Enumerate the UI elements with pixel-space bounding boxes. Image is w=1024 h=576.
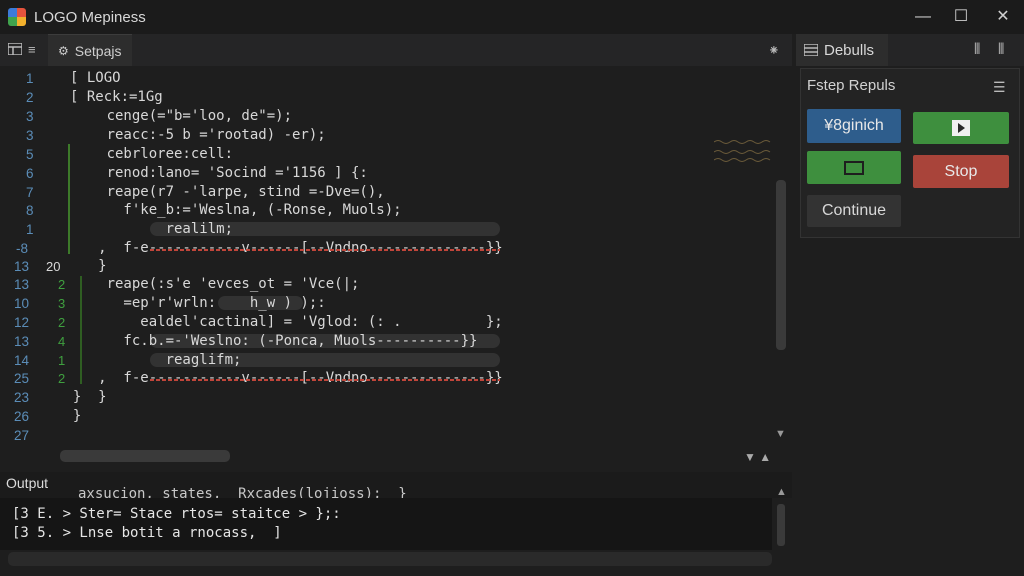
tab-settings-label: Setpajs	[74, 43, 122, 59]
line-number: 2	[26, 90, 34, 105]
output-title[interactable]: Output	[6, 475, 48, 491]
menu-lines-icon[interactable]: ≡	[28, 42, 36, 57]
window-button[interactable]	[807, 151, 901, 184]
horizontal-scrollbar[interactable]	[60, 450, 230, 462]
play-icon	[952, 120, 970, 136]
split-editor-icon[interactable]: ⁕	[768, 42, 780, 59]
run-button[interactable]	[913, 112, 1009, 144]
output-scroll-up-icon[interactable]: ▲	[776, 486, 787, 498]
output-line: [3 E. > Ster= Stace rtos= staitce > };:	[12, 506, 341, 522]
line-number: 12	[14, 315, 30, 330]
settings-icon: ⚙	[58, 44, 69, 58]
code-line: fc.b.=-'Weslno: (-Ponca, Muols----------…	[56, 333, 478, 349]
window-icon	[844, 160, 864, 175]
line-number: 14	[14, 353, 30, 368]
error-squiggle	[150, 249, 500, 251]
code-line: }	[56, 258, 107, 274]
line-number: -8	[16, 241, 29, 256]
code-line: =ep'r'wrln: h_w ) );:	[56, 295, 326, 311]
stop-button[interactable]: Stop	[913, 155, 1009, 188]
code-line: } }	[56, 389, 107, 405]
code-line: }	[56, 408, 82, 424]
continue-button[interactable]: Continue	[807, 195, 901, 227]
code-line: reacc:-5 b ='rootad) -er);	[56, 127, 326, 143]
line-number: 13	[14, 334, 30, 349]
app-logo-icon	[8, 8, 26, 26]
output-line: [3 5. > Lnse botit a rnocass, ]	[12, 525, 282, 541]
code-line: realilm;	[56, 221, 234, 237]
line-number: 26	[14, 409, 30, 424]
line-number: 3	[26, 128, 34, 143]
minimize-button[interactable]: —	[910, 6, 936, 28]
debug-panel: Fstep Repuls ☰ ¥8ginich Stop Continue	[800, 68, 1020, 238]
line-number: 5	[26, 147, 34, 162]
line-number: 1	[26, 222, 34, 237]
navigate-arrows-icon[interactable]: ▼ ▲	[744, 450, 771, 464]
pin-icon[interactable]: ⫴	[974, 41, 980, 58]
maximize-button[interactable]: ☐	[948, 6, 974, 28]
output-horizontal-scrollbar[interactable]	[8, 552, 772, 566]
code-line: reaglifm;	[56, 352, 242, 368]
code-line: ealdel'cactinal] = 'Vglod: (: . };	[56, 314, 503, 330]
close-button[interactable]: ✕	[990, 6, 1016, 28]
line-number: 1	[26, 71, 34, 86]
scroll-down-arrow-icon[interactable]: ▼	[775, 428, 786, 440]
code-line: , f-e-----------v------[--Vndno---------…	[56, 370, 503, 386]
line-number: 13	[14, 277, 30, 292]
line-number: 7	[26, 185, 34, 200]
code-line: , f-e-----------v------[--Vndno---------…	[56, 240, 503, 256]
line-number: 25	[14, 371, 30, 386]
tab-settings[interactable]: ⚙ Setpajs	[48, 34, 132, 67]
line-number: 13	[14, 259, 30, 274]
line-number: 27	[14, 428, 30, 443]
tab-debug-label: Debulls	[824, 41, 875, 59]
code-line: [ Reck:=1Gg	[70, 89, 163, 105]
code-line: cebrloree:cell:	[56, 146, 234, 162]
hamburger-menu-icon[interactable]: ☰	[993, 79, 1006, 96]
code-line: reape(:s'e 'evces_ot = 'Vce(|;	[56, 276, 360, 292]
error-squiggle	[150, 379, 500, 381]
tab-debug[interactable]: Debulls	[796, 34, 888, 66]
output-panel: [3 E. > Ster= Stace rtos= staitce > };: …	[0, 498, 772, 550]
line-number: 8	[26, 203, 34, 218]
line-gutter: 1 2 3 3 5 6 7 8 1 -8 13 13 10 12 13 14 2…	[0, 66, 65, 448]
explorer-icon[interactable]	[8, 43, 22, 55]
line-number: 3	[26, 109, 34, 124]
title-bar: LOGO Mepiness — ☐ ✕	[0, 0, 1024, 34]
line-number: 23	[14, 390, 30, 405]
code-editor[interactable]: 1 2 3 3 5 6 7 8 1 -8 13 13 10 12 13 14 2…	[0, 66, 792, 448]
editor-tab-bar: ≡ ⚙ Setpajs ⁕	[0, 34, 792, 67]
code-line: [ LOGO	[70, 70, 121, 86]
line-number: 6	[26, 166, 34, 181]
output-scrollbar[interactable]	[777, 504, 785, 546]
code-line: renod:lano= 'Socind ='1156 ] {:	[56, 165, 368, 181]
code-line: reape(r7 -'larpe, stind =-Dve=(),	[56, 184, 385, 200]
engine-button[interactable]: ¥8ginich	[807, 109, 901, 143]
vertical-scrollbar[interactable]	[776, 180, 786, 350]
debug-tab-bar: Debulls ⫴ ⫴	[796, 34, 1024, 66]
code-line: f'ke_b:='Weslna, (-Ronse, Muols);	[56, 202, 402, 218]
line-number: 10	[14, 296, 30, 311]
minimap[interactable]	[714, 138, 772, 168]
code-line: cenge(="b='loo, de"=);	[56, 108, 293, 124]
layout-icon[interactable]: ⫴	[998, 41, 1004, 58]
debug-panel-icon	[804, 44, 818, 56]
debug-panel-title: Fstep Repuls	[807, 77, 896, 94]
app-title: LOGO Mepiness	[34, 8, 146, 26]
